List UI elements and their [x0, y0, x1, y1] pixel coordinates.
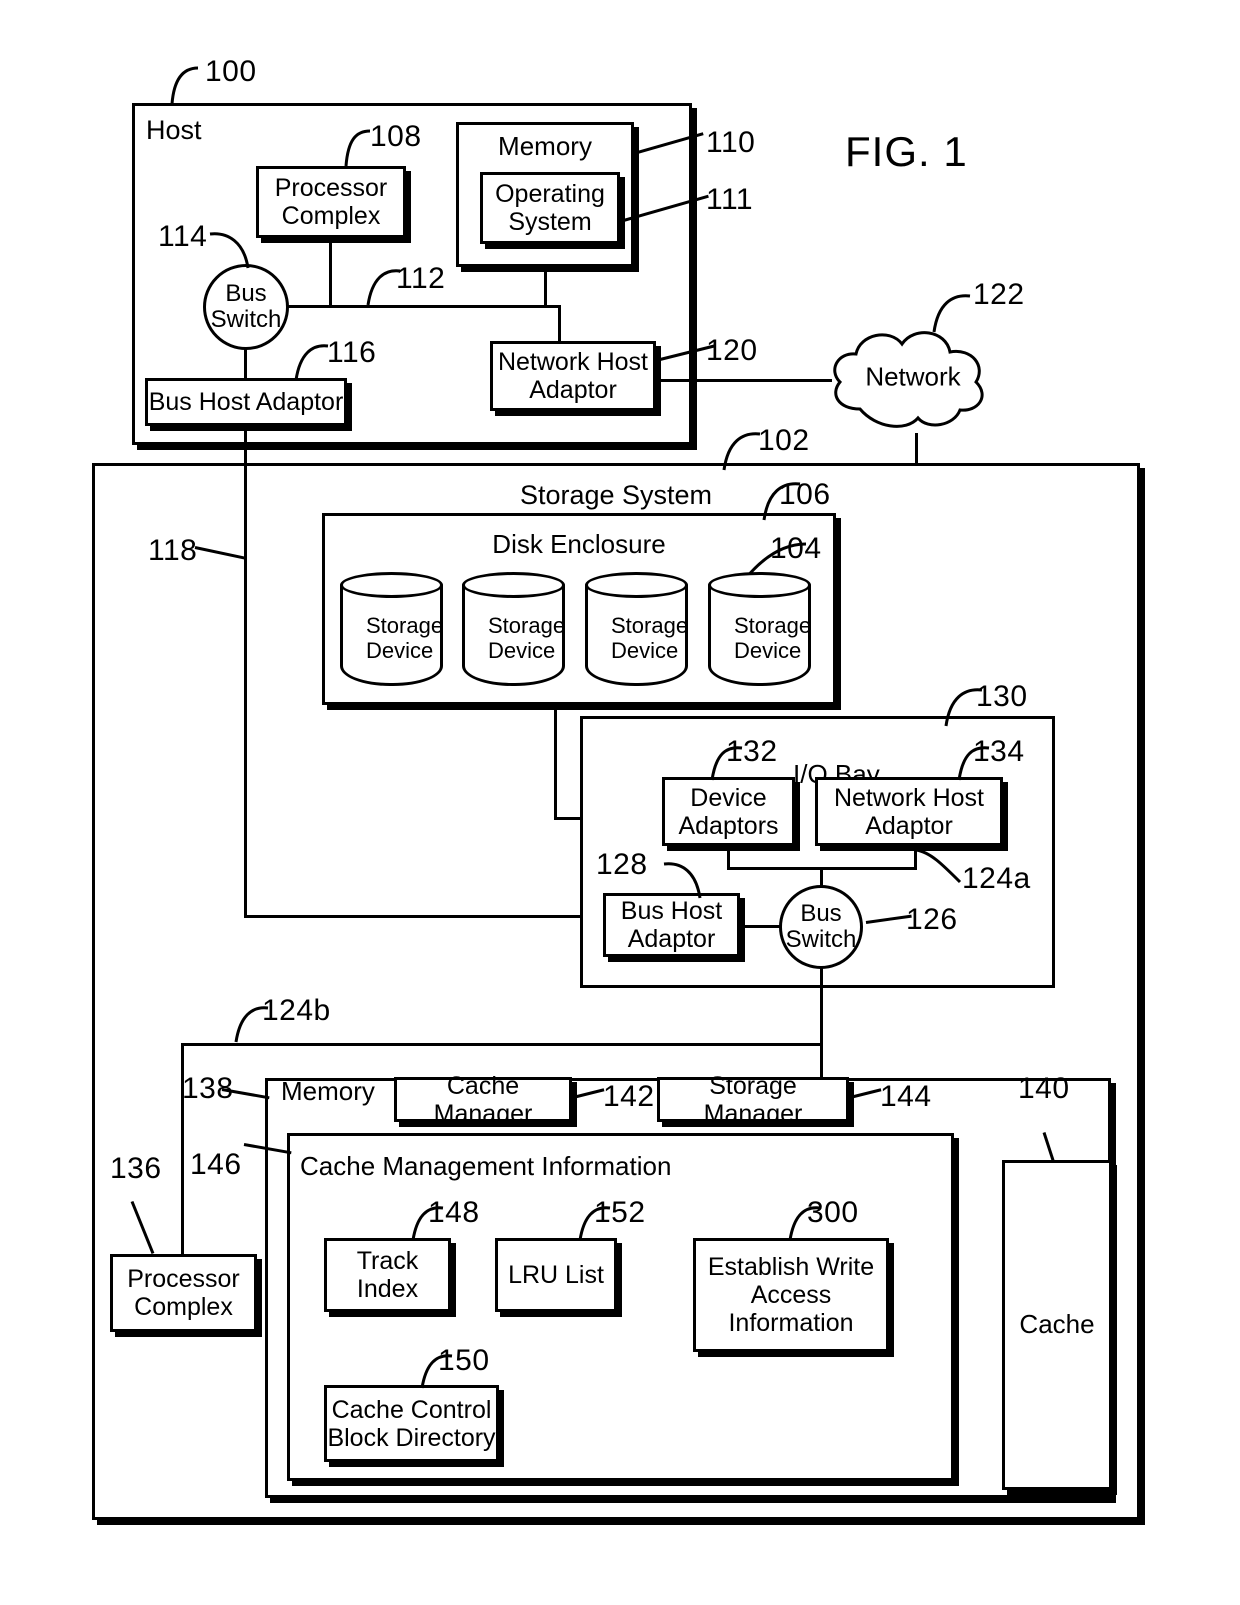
io-bay-bus-switch: Bus Switch [779, 885, 863, 969]
host-bus-112-horizontal [286, 305, 561, 308]
storage-device-1-label: Storage Device [366, 613, 444, 663]
ref-118: 118 [148, 534, 198, 567]
ref-136: 136 [110, 1152, 162, 1185]
host-memory-label: Memory [498, 131, 592, 161]
io-bay-bus-host-adaptor: Bus Host Adaptor [603, 893, 740, 957]
ref-114: 114 [158, 220, 208, 253]
storage-device-4: Storage Device [708, 572, 811, 686]
establish-write-access-information: Establish Write Access Information [693, 1238, 889, 1352]
host-operating-system: Operating System [480, 172, 620, 244]
host-bus-112-up-to-memory [544, 267, 547, 306]
ref-146: 146 [190, 1148, 242, 1181]
network-label: Network [865, 361, 961, 392]
cache-control-block-directory: Cache Control Block Directory [324, 1385, 499, 1462]
host-label: Host [146, 115, 202, 145]
ref-144: 144 [880, 1080, 932, 1113]
ref-100: 100 [205, 55, 257, 88]
bus-124a-nha-drop [914, 846, 917, 870]
ref-124a: 124a [962, 862, 1031, 895]
bus-118-vertical [244, 426, 247, 918]
lru-list: LRU List [495, 1238, 617, 1312]
bus-124b-horizontal [181, 1043, 823, 1046]
figure-1-diagram: FIG. 1 Host 100 Processor Complex 108 Me… [0, 0, 1240, 1605]
host-network-host-adaptor: Network Host Adaptor [490, 341, 656, 411]
ref-102: 102 [758, 424, 810, 457]
storage-system-label: Storage System [519, 480, 713, 510]
ref-110: 110 [706, 126, 756, 159]
host-bus-112-up-to-cpu [329, 238, 332, 306]
figure-title: FIG. 1 [845, 128, 968, 175]
storage-manager: Storage Manager [657, 1072, 849, 1128]
io-bay-bus-switch-label: Bus Switch [785, 899, 857, 953]
storage-device-2-label: Storage Device [488, 613, 566, 663]
ref-122: 122 [973, 278, 1025, 311]
host-busswitch-to-bha-line [244, 348, 247, 380]
host-bus-112-down-to-nha [558, 305, 561, 343]
ref-104: 104 [770, 532, 822, 565]
ref-138: 138 [182, 1072, 234, 1105]
track-index: Track Index [324, 1238, 451, 1312]
cache-box: Cache [1002, 1160, 1112, 1490]
ref-148: 148 [428, 1196, 480, 1229]
bha-to-busswitch-line [740, 925, 781, 928]
storage-memory-label: Memory [281, 1076, 375, 1106]
ref-300: 300 [807, 1196, 859, 1229]
ref-111: 111 [706, 183, 754, 216]
cache-management-information-label: Cache Management Information [300, 1151, 672, 1181]
ref-150: 150 [438, 1344, 490, 1377]
ref-142: 142 [603, 1080, 655, 1113]
bus-118-horizontal [244, 915, 606, 918]
host-processor-complex: Processor Complex [256, 166, 406, 238]
ref-130: 130 [976, 680, 1028, 713]
ref-152: 152 [594, 1196, 646, 1229]
ref-116: 116 [327, 336, 377, 369]
ref-134: 134 [973, 735, 1025, 768]
ref-120: 120 [706, 334, 758, 367]
storage-device-3: Storage Device [585, 572, 688, 686]
storage-device-3-label: Storage Device [611, 613, 689, 663]
ref-126: 126 [906, 903, 958, 936]
cache-manager: Cache Manager [394, 1072, 572, 1128]
disk-enclosure-label: Disk Enclosure [492, 529, 666, 559]
storage-device-4-label: Storage Device [734, 613, 812, 663]
ref-124b: 124b [262, 994, 331, 1027]
host-bus-host-adaptor: Bus Host Adaptor [145, 378, 347, 426]
host-bus-switch: Bus Switch [203, 264, 289, 350]
ref-132: 132 [726, 735, 778, 768]
ref-108: 108 [370, 120, 422, 153]
host-to-network-line [656, 379, 832, 382]
host-bus-switch-label: Bus Switch [210, 279, 282, 333]
network-cloud: Network [818, 314, 1008, 440]
busswitch-to-memory-vertical [820, 967, 823, 1078]
device-adaptors: Device Adaptors [662, 777, 795, 846]
ref-112: 112 [396, 262, 446, 295]
io-bay-network-host-adaptor: Network Host Adaptor [815, 777, 1003, 846]
ref-140: 140 [1018, 1072, 1070, 1105]
ref-106: 106 [779, 478, 831, 511]
storage-device-1: Storage Device [340, 572, 443, 686]
storage-processor-complex: Processor Complex [110, 1254, 257, 1332]
storage-device-2: Storage Device [462, 572, 565, 686]
ref-128: 128 [596, 848, 648, 881]
enclosure-to-device-adaptors-vertical [554, 705, 557, 820]
